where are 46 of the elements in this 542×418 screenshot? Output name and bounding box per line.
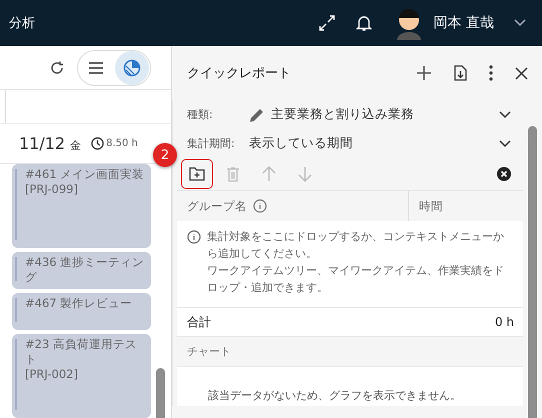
pencil-icon [249,106,265,122]
scrollbar-thumb[interactable] [156,368,165,418]
download-document-icon[interactable] [454,65,467,81]
info-icon [187,230,201,244]
hint-text: 集計対象をここにドロップするか、コンテキストメニューから追加してください。 [207,229,505,262]
expand-icon[interactable] [318,14,336,32]
add-icon[interactable] [416,65,432,81]
add-folder-button[interactable] [181,159,213,189]
notification-bell-icon[interactable] [356,14,372,32]
event-card[interactable]: #467 製作レビュー [12,293,151,330]
trash-icon [227,166,239,182]
field-label: 集計期間: [187,136,236,151]
hint-text: ワークアイテムツリー、マイワークアイテム、作業実績をドロップ・追加できます。 [207,263,505,296]
pie-chart-icon [123,58,141,77]
column-header: グループ名 [187,198,247,214]
empty-chart-message: 該当データがないため、グラフを表示できません。 [208,388,461,403]
hours-label: 8.50 h [106,138,138,149]
info-icon [253,199,267,213]
chevron-down-icon[interactable] [514,19,526,27]
event-card[interactable]: #461 メイン画面実装 [PRJ-099] [12,164,151,248]
chart-view-button[interactable] [115,50,149,85]
scrollbar-thumb[interactable] [528,126,537,418]
chevron-down-icon[interactable] [499,140,511,148]
panel-title: クイックレポート [187,65,292,82]
more-options-icon[interactable] [489,65,493,81]
event-card[interactable]: #436 進捗ミーティング [12,252,151,289]
column-header: 時間 [419,198,443,214]
chevron-down-icon[interactable] [499,110,511,118]
menu-icon [88,60,104,75]
field-label: 種類: [187,107,214,122]
arrow-down-icon [298,166,312,182]
weekday-label: 金 [70,138,82,152]
event-card[interactable]: #23 高負荷運用テスト [PRJ-002] [12,334,151,418]
arrow-up-icon [262,166,276,182]
dropdown[interactable]: 表示している期間 [249,135,499,152]
refresh-icon[interactable] [49,60,65,76]
date-label: 11/12 [19,134,66,153]
clear-icon[interactable] [497,167,511,181]
page-title: 分析 [9,15,36,32]
close-icon[interactable] [515,66,528,80]
total-label: 合計 [187,314,211,330]
dropdown[interactable]: 主要業務と割り込み業務 [249,106,499,123]
user-name[interactable]: 岡本 直哉 [434,14,494,32]
folder-plus-icon [189,167,205,181]
clock-icon [91,136,104,150]
total-value: 0 h [494,315,514,329]
